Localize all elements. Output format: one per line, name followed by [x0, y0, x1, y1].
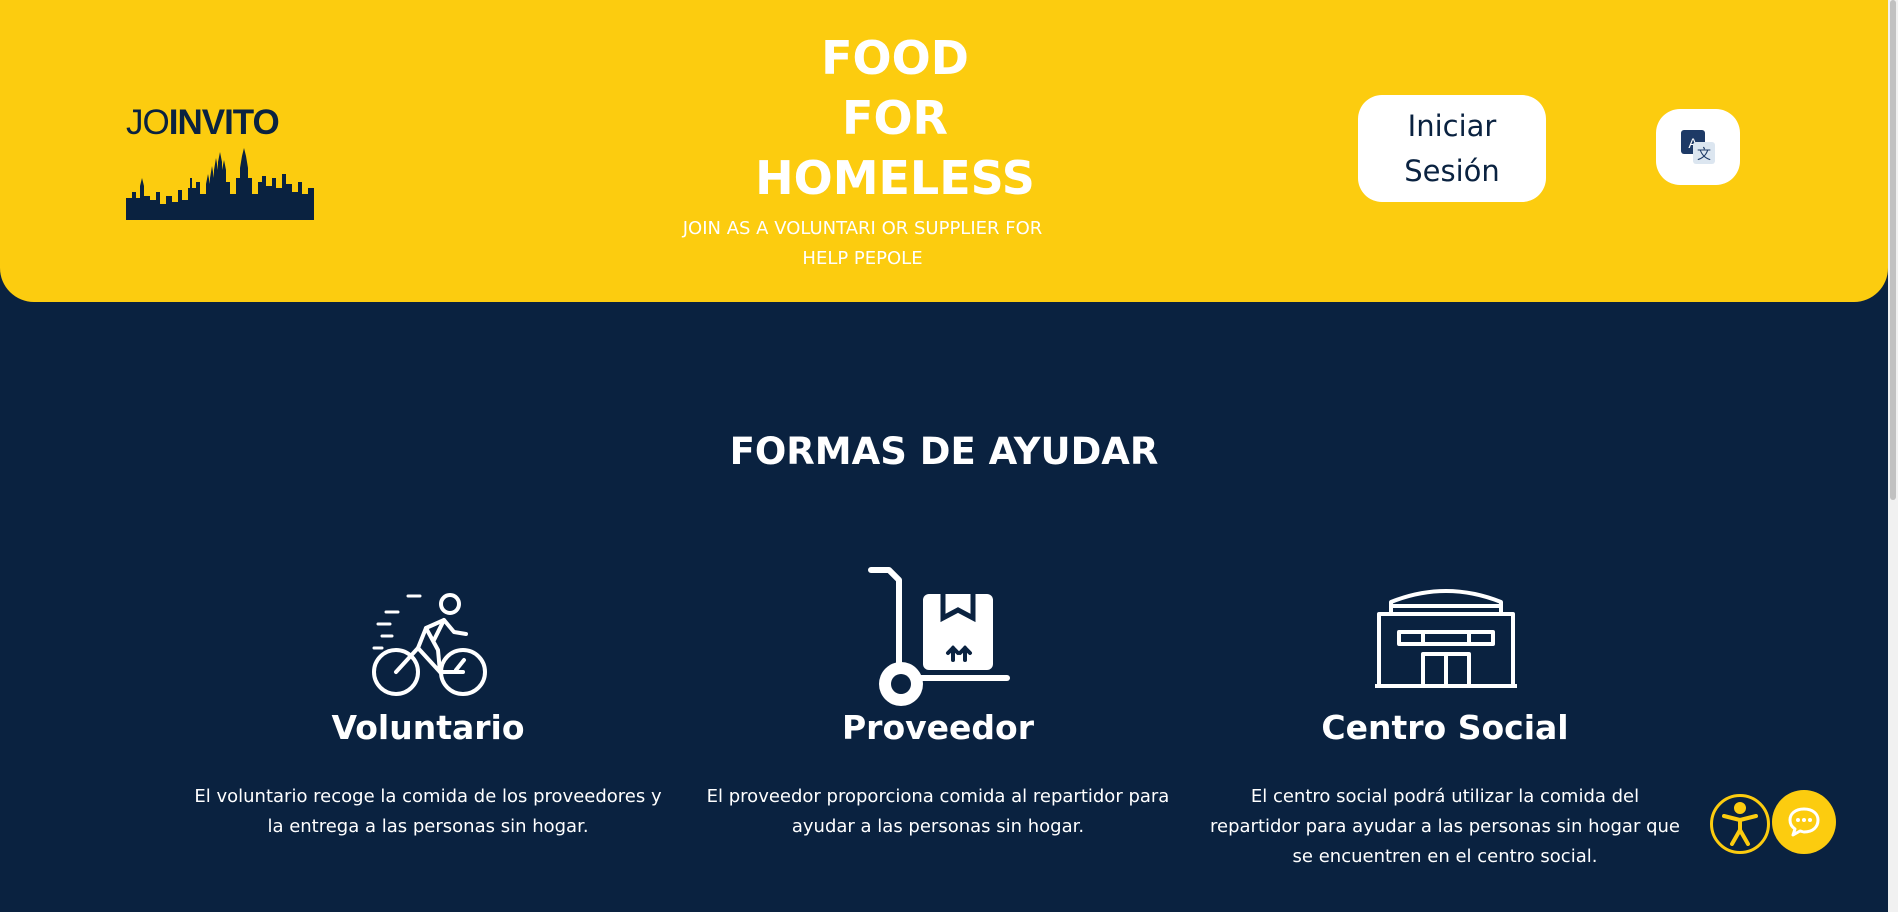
site-header: JOINVITO FOOD FOR HOMELESS JOIN AS A VOL… [0, 0, 1888, 302]
card-icon-wrap [193, 560, 663, 710]
card-icon-wrap [703, 560, 1173, 710]
login-button[interactable]: Iniciar Sesión [1358, 95, 1546, 202]
accessibility-button[interactable] [1710, 794, 1770, 854]
logo-text: JOINVITO [126, 103, 280, 142]
card-proveedor: Proveedor El proveedor proporciona comid… [703, 560, 1173, 837]
hero-subtitle: JOIN AS A VOLUNTARI OR SUPPLIER FOR HELP… [682, 218, 1043, 269]
accessibility-icon [1722, 802, 1758, 846]
card-description: El voluntario recoge la comida de los pr… [194, 786, 662, 837]
building-icon [1375, 589, 1517, 688]
section-title: FORMAS DE AYUDAR [729, 430, 1159, 473]
translate-button[interactable]: A 文 [1656, 109, 1740, 185]
card-centro-social: Centro Social El centro social podrá uti… [1210, 560, 1680, 867]
joinvito-logo[interactable]: JOINVITO [126, 104, 318, 220]
card-description: El centro social podrá utilizar la comid… [1210, 786, 1680, 867]
hero-title-line1: FOOD [821, 31, 969, 85]
card-voluntario: Voluntario El voluntario recoge la comid… [193, 560, 663, 837]
card-title: Voluntario [331, 708, 525, 747]
svg-text:文: 文 [1697, 147, 1711, 163]
card-title: Proveedor [842, 708, 1034, 747]
chat-button[interactable] [1772, 790, 1836, 854]
card-title: Centro Social [1321, 708, 1569, 747]
hero-title-line2: FOR [842, 91, 948, 145]
card-icon-wrap [1210, 560, 1680, 710]
hero-title: FOOD FOR HOMELESS [720, 28, 1070, 208]
login-button-label: Iniciar Sesión [1404, 108, 1500, 188]
scrollbar-thumb[interactable] [1890, 0, 1896, 500]
hero-title-line3: HOMELESS [755, 151, 1035, 205]
translate-icon: A 文 [1681, 130, 1715, 164]
card-description: El proveedor proporciona comida al repar… [706, 786, 1170, 837]
barcelona-skyline-icon [126, 148, 314, 220]
chat-icon [1788, 807, 1820, 837]
hand-truck-box-icon [868, 567, 1010, 706]
cyclist-icon [372, 593, 487, 696]
